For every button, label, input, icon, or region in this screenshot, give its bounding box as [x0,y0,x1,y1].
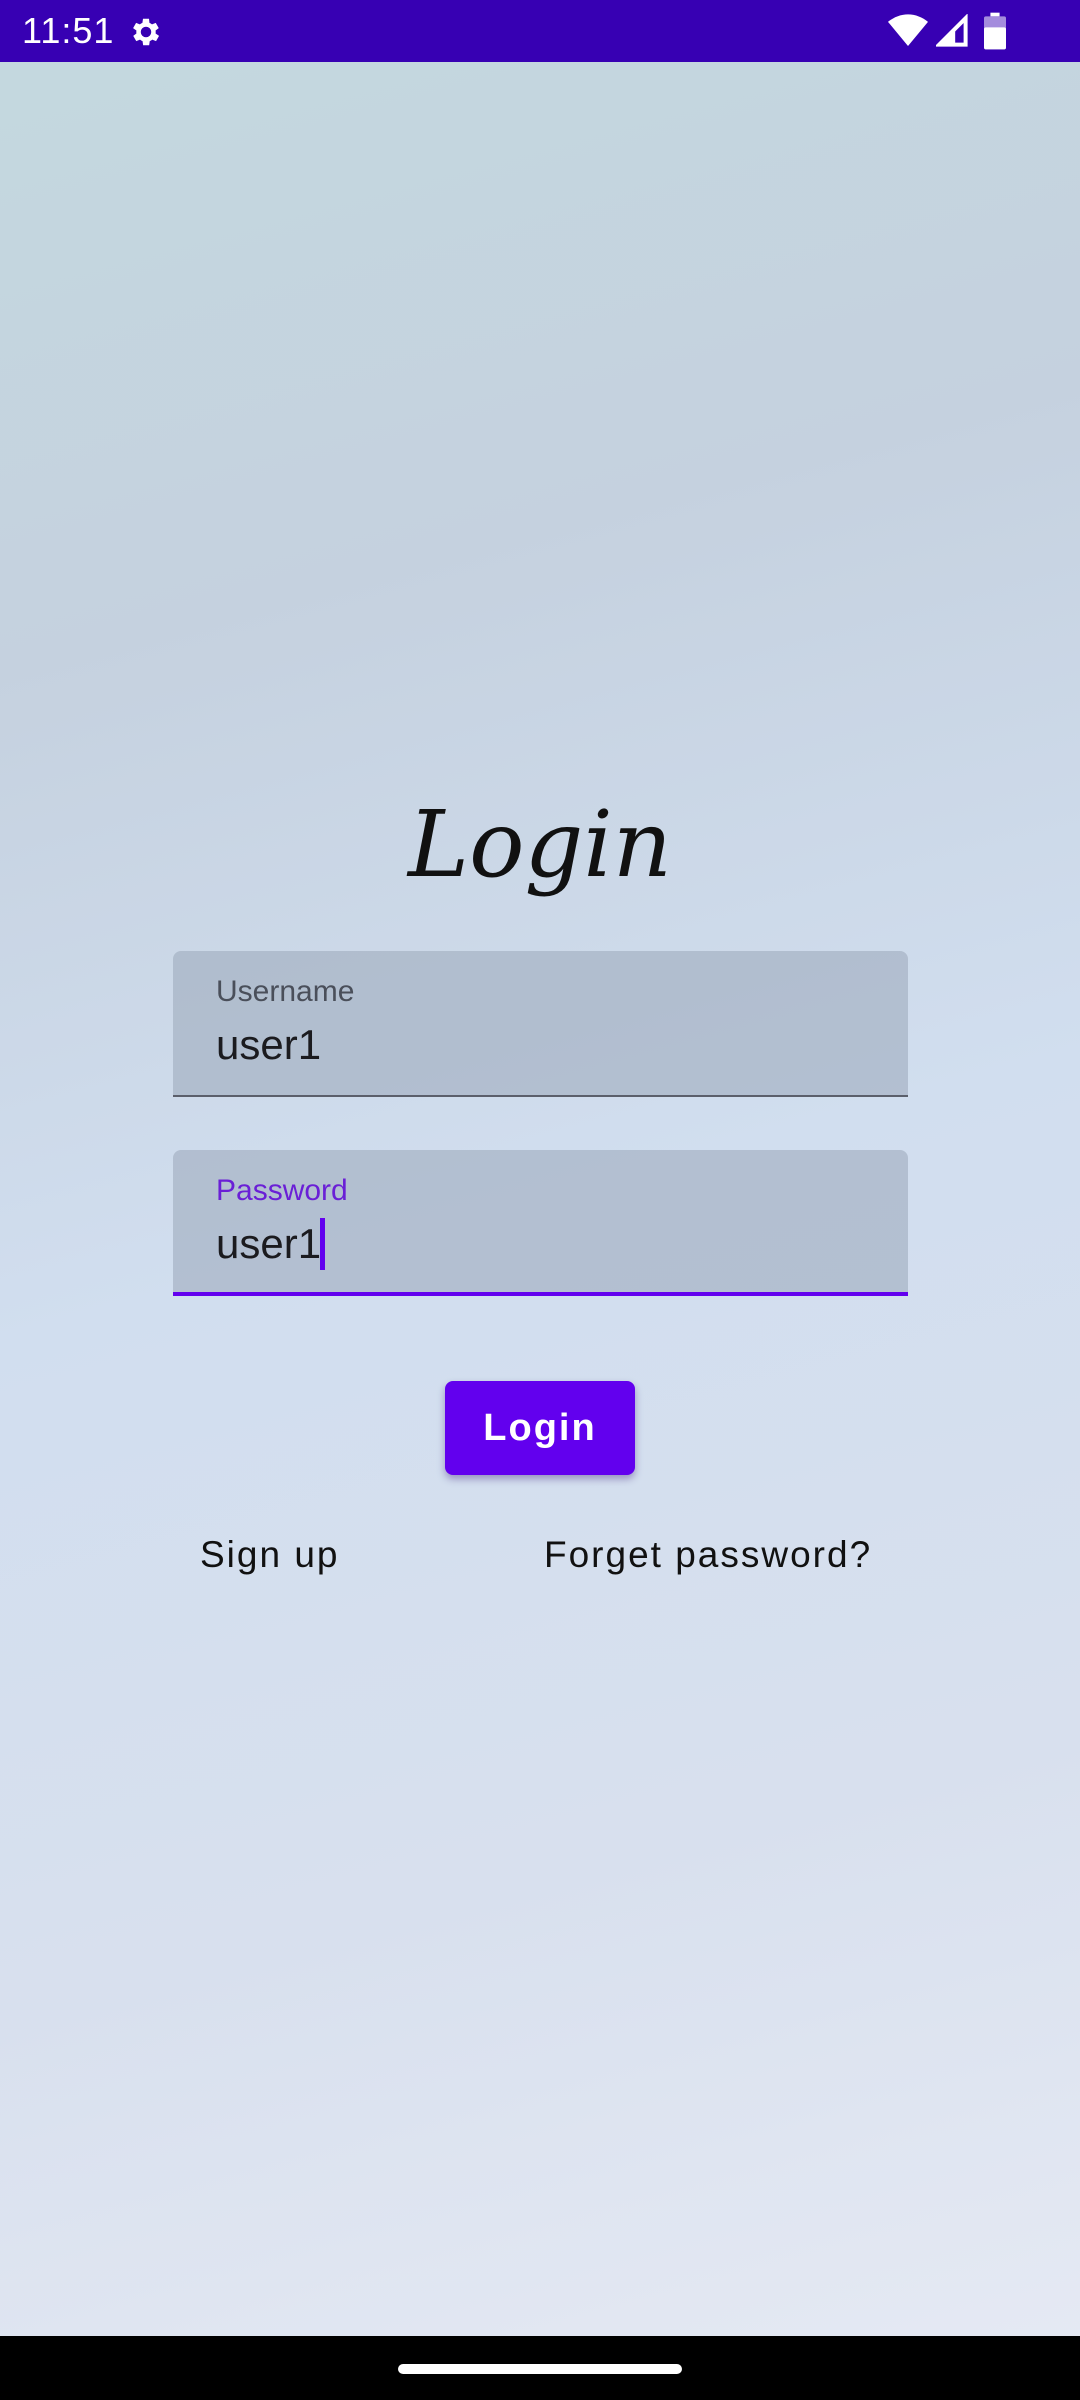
password-label: Password [216,1174,348,1207]
username-label: Username [216,975,355,1008]
password-input[interactable]: user1 [216,1218,321,1270]
gear-icon [133,18,160,46]
status-bar: 11:51 [0,0,1080,62]
login-button[interactable]: Login [445,1381,635,1475]
navigation-bar [0,2336,1080,2400]
password-field[interactable]: Password user1 [173,1150,908,1296]
username-field[interactable]: Username user1 [173,951,908,1097]
login-screen: 11:51 Login Username user1 Password user… [0,0,1080,2400]
sign-up-link[interactable]: Sign up [200,1530,340,1580]
status-time: 11:51 [22,10,115,51]
username-input[interactable]: user1 [216,1019,321,1071]
wifi-icon [888,14,928,47]
home-gesture-handle[interactable] [398,2364,682,2374]
text-cursor [320,1218,325,1270]
forget-password-link[interactable]: Forget password? [544,1530,872,1580]
signal-icon [936,14,968,47]
page-title: Login [407,791,673,898]
battery-icon [984,12,1006,50]
